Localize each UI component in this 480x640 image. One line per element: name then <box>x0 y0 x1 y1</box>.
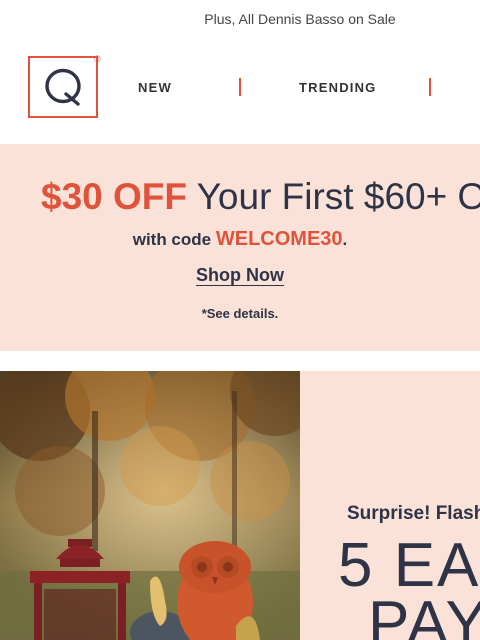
hero-headline-line2: PAY <box>368 589 480 640</box>
hero-headline-line1: 5 EA <box>338 531 480 600</box>
qvc-logo[interactable] <box>28 56 98 118</box>
nav-item-new[interactable]: NEW <box>138 80 172 95</box>
see-details-link[interactable]: *See details. <box>0 306 480 321</box>
promo-headline: $30 OFF Your First $60+ O <box>41 175 480 219</box>
shop-now-link[interactable]: Shop Now <box>196 265 284 285</box>
nav-divider <box>239 78 241 96</box>
hero-kicker: Surprise! Flash <box>347 503 480 524</box>
promo-code-line: with code WELCOME30. <box>0 228 480 251</box>
registered-mark-icon: ® <box>94 54 101 64</box>
promo-code-prefix: with code <box>132 230 212 249</box>
preheader-text: Plus, All Dennis Basso on Sale <box>204 11 396 27</box>
promo-code: WELCOME30 <box>215 228 343 250</box>
promo-code-suffix: . <box>342 230 348 249</box>
shop-now-wrapper: Shop Now <box>0 265 480 286</box>
nav-item-trending[interactable]: TRENDING <box>299 80 377 95</box>
promo-banner[interactable]: $30 OFF Your First $60+ O with code WELC… <box>0 144 480 351</box>
hero-banner[interactable]: Surprise! Flash 5 EA PAY <box>0 371 480 640</box>
hero-autumn-decor-image <box>0 371 300 640</box>
top-nav: ® NEW TRENDING <box>0 38 480 144</box>
promo-headline-rest: Your First $60+ O <box>196 176 480 217</box>
hero-text-panel: Surprise! Flash 5 EA PAY <box>300 371 480 640</box>
nav-divider <box>429 78 431 96</box>
q-logo-icon <box>45 68 81 106</box>
promo-amount: $30 OFF <box>41 176 187 217</box>
